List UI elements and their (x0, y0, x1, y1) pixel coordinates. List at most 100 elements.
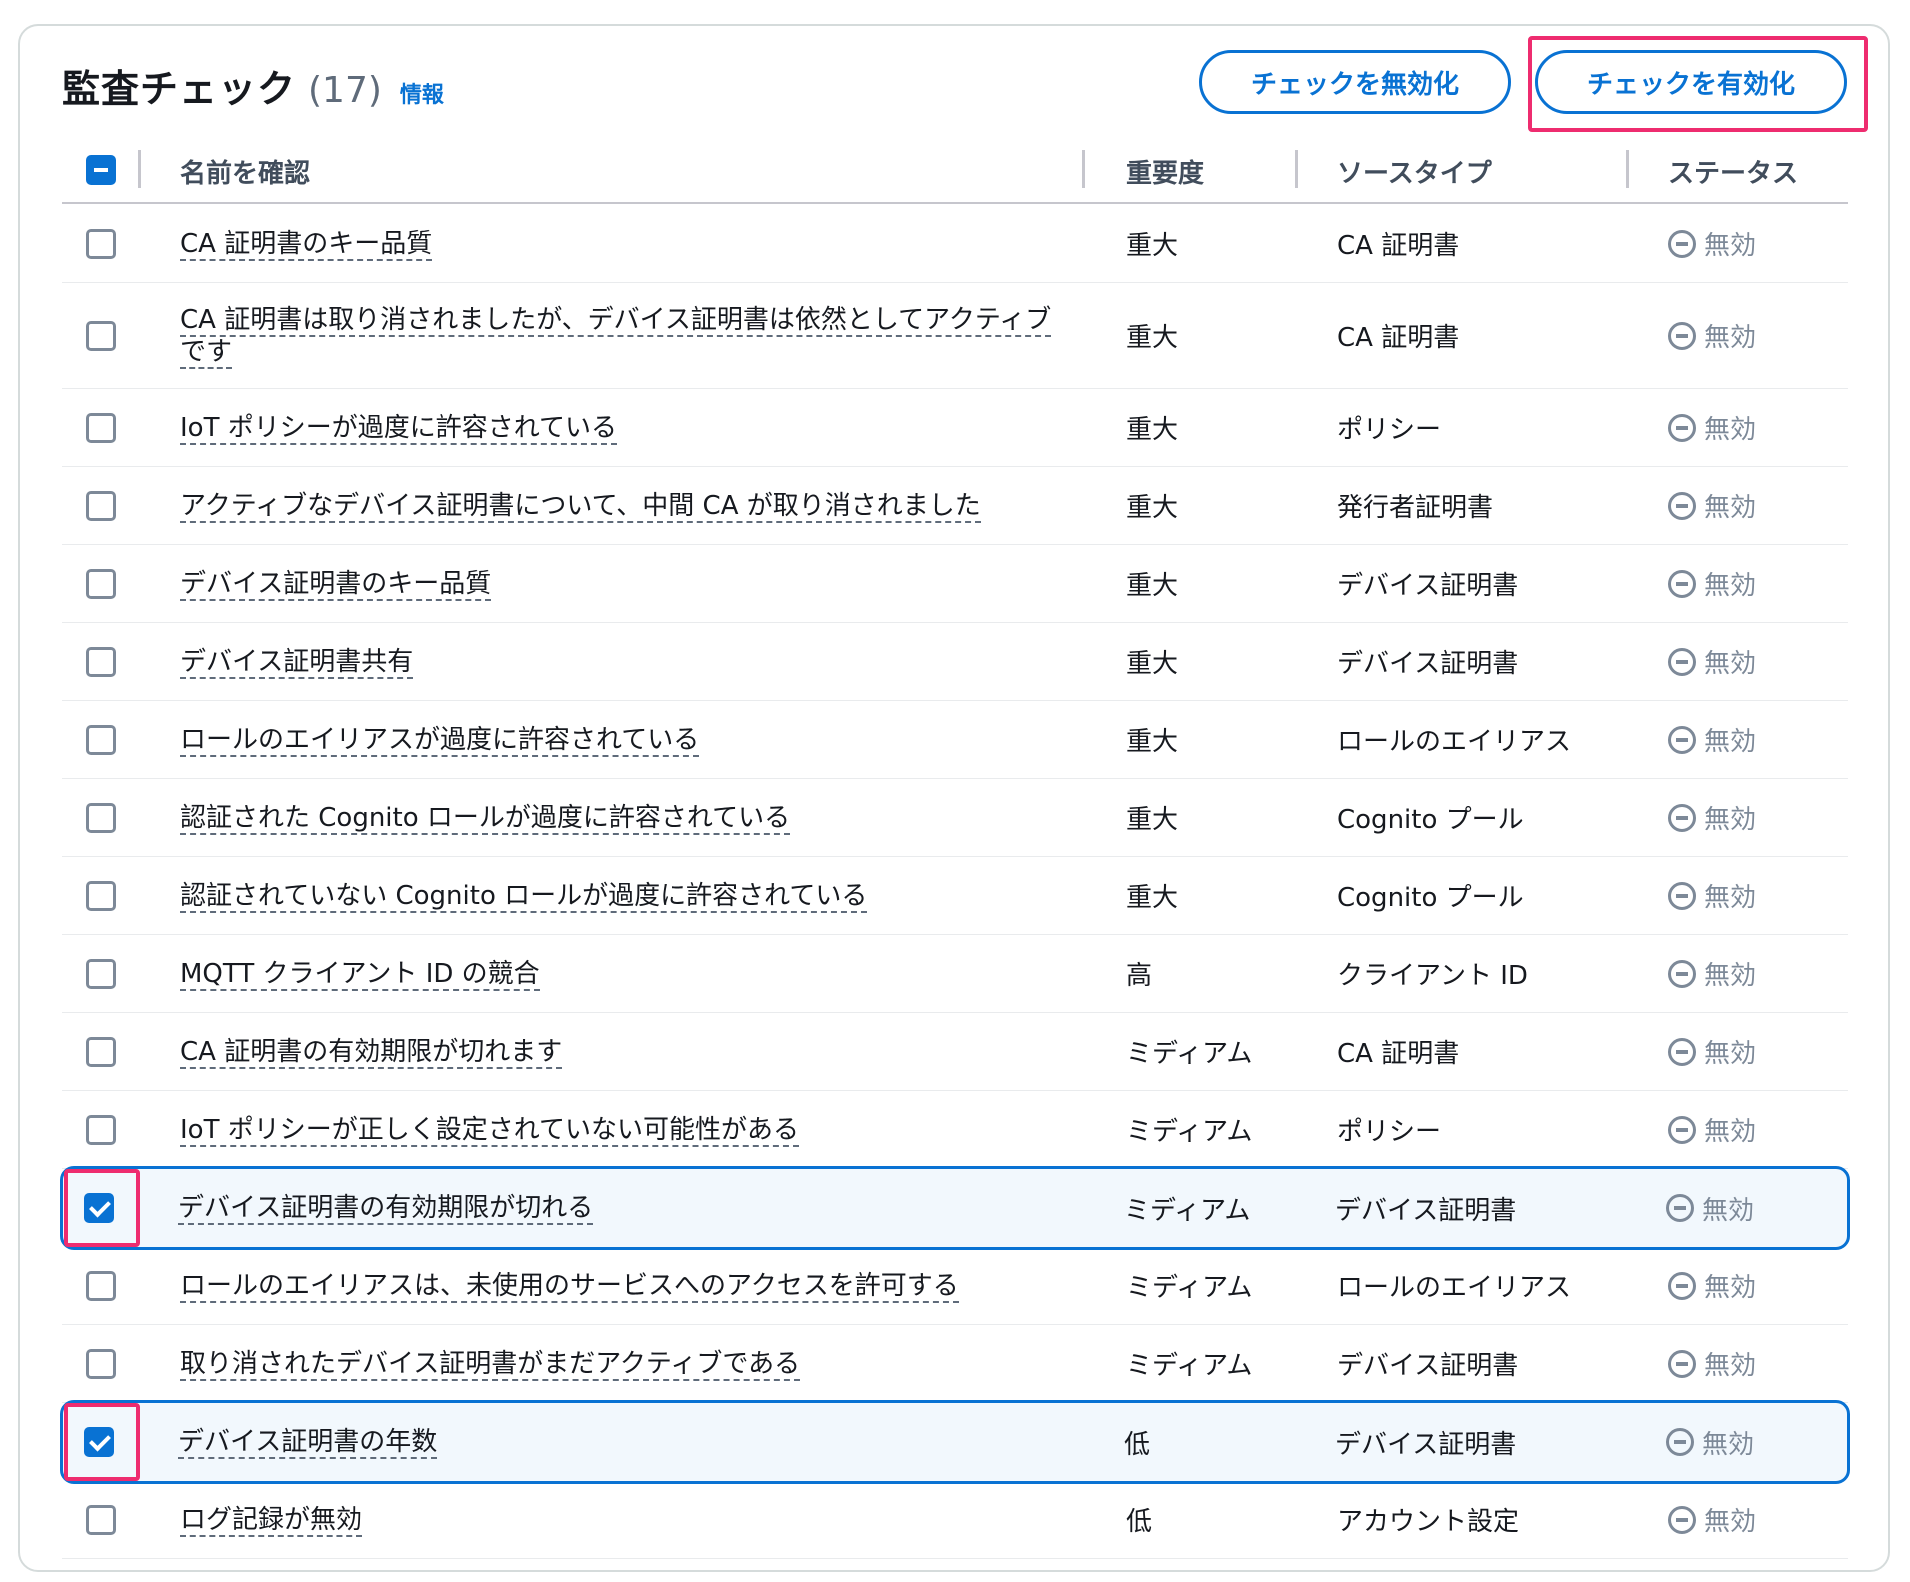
table-row[interactable]: IoT ポリシーが正しく設定されていない可能性がある ミディアム ポリシー 無効 (62, 1091, 1848, 1169)
check-name-link[interactable]: CA 証明書の有効期限が切れます (180, 1036, 563, 1069)
table-row[interactable]: 認証されていない Cognito ロールが過度に許容されている 重大 Cognito… (62, 857, 1848, 935)
select-all-checkbox[interactable] (86, 155, 116, 185)
check-name-link[interactable]: ロールのエイリアスは、未使用のサービスへのアクセスを許可する (180, 1270, 959, 1303)
disabled-status-icon (1668, 1271, 1696, 1300)
table-row[interactable]: デバイス証明書のキー品質 重大 デバイス証明書 無効 (62, 545, 1848, 623)
source-type-cell: ポリシー (1337, 1117, 1442, 1147)
table-row[interactable]: ロールのエイリアスは、未使用のサービスへのアクセスを許可する ミディアム ロールのエ… (62, 1247, 1848, 1325)
row-checkbox[interactable] (86, 321, 116, 351)
table-row[interactable]: CA 証明書は取り消されましたが、デバイス証明書は依然としてアクティブです 重大 C… (62, 283, 1848, 389)
row-checkbox[interactable] (86, 1115, 116, 1145)
check-name-link[interactable]: デバイス証明書の有効期限が切れる (178, 1193, 594, 1225)
disable-checks-button[interactable]: チェックを無効化 (1199, 50, 1511, 114)
status-label: 無効 (1704, 493, 1757, 523)
status-label: 無効 (1702, 1429, 1755, 1460)
row-checkbox[interactable] (86, 959, 116, 989)
disabled-status-icon (1668, 881, 1696, 910)
table-row[interactable]: デバイス証明書の有効期限が切れる ミディアム デバイス証明書 無効 (60, 1166, 1850, 1250)
row-checkbox[interactable] (86, 229, 116, 259)
disabled-status-icon (1668, 647, 1696, 676)
row-checkbox[interactable] (86, 1505, 116, 1535)
row-checkbox[interactable] (86, 647, 116, 677)
table-row[interactable]: MQTT クライアント ID の競合 高 クライアント ID 無効 (62, 935, 1848, 1013)
status-cell: 無効 (1668, 283, 1756, 388)
disabled-status-icon (1668, 229, 1696, 258)
check-name-link[interactable]: IoT ポリシーが正しく設定されていない可能性がある (180, 1114, 799, 1147)
source-type-cell: デバイス証明書 (1337, 571, 1519, 601)
disabled-status-icon (1668, 1349, 1696, 1378)
table-row[interactable]: ロールのエイリアスが過度に許容されている 重大 ロールのエイリアス 無効 (62, 701, 1848, 779)
status-label: 無効 (1704, 1117, 1757, 1147)
source-type-cell: ロールのエイリアス (1337, 1273, 1572, 1303)
row-checkbox[interactable] (86, 803, 116, 833)
enable-button-highlight (1528, 36, 1868, 132)
check-name-link[interactable]: アクティブなデバイス証明書について、中間 CA が取り消されました (180, 490, 981, 523)
source-type-cell: CA 証明書 (1337, 323, 1460, 353)
source-type-cell: デバイス証明書 (1335, 1195, 1517, 1226)
source-type-cell: 発行者証明書 (1337, 493, 1494, 523)
table-row[interactable]: 取り消されたデバイス証明書がまだアクティブである ミディアム デバイス証明書 無効 (62, 1325, 1848, 1403)
column-divider[interactable] (1082, 150, 1085, 188)
status-cell: 無効 (1668, 1013, 1756, 1090)
status-label: 無効 (1704, 805, 1757, 835)
status-cell: 無効 (1668, 935, 1756, 1012)
status-label: 無効 (1704, 883, 1757, 913)
severity-cell: ミディアム (1126, 1117, 1253, 1147)
disabled-status-icon (1666, 1194, 1694, 1222)
column-divider (138, 150, 141, 188)
table-row[interactable]: デバイス証明書共有 重大 デバイス証明書 無効 (62, 623, 1848, 701)
table-row[interactable]: 認証された Cognito ロールが過度に許容されている 重大 Cognito プー… (62, 779, 1848, 857)
row-checkbox[interactable] (86, 881, 116, 911)
check-name-cell: デバイス証明書の有効期限が切れる (178, 1169, 1058, 1247)
info-link[interactable]: 情報 (400, 77, 444, 109)
check-name-link[interactable]: 取り消されたデバイス証明書がまだアクティブである (180, 1348, 801, 1381)
source-type-cell: デバイス証明書 (1337, 1351, 1519, 1381)
table-row[interactable]: ログ記録が無効 低 アカウント設定 無効 (62, 1481, 1848, 1559)
column-header-name[interactable]: 名前を確認 (180, 140, 310, 202)
status-label: 無効 (1704, 1039, 1757, 1069)
table-header: 名前を確認 重要度 ソースタイプ ステータス (62, 140, 1848, 204)
check-name-link[interactable]: ロールのエイリアスが過度に許容されている (180, 724, 700, 757)
disabled-status-icon (1666, 1428, 1694, 1456)
check-name-link[interactable]: デバイス証明書の年数 (178, 1427, 438, 1459)
check-name-link[interactable]: IoT ポリシーが過度に許容されている (180, 412, 617, 445)
disabled-status-icon (1668, 491, 1696, 520)
table-row[interactable]: IoT ポリシーが過度に許容されている 重大 ポリシー 無効 (62, 389, 1848, 467)
check-name-link[interactable]: MQTT クライアント ID の競合 (180, 958, 540, 991)
table-row[interactable]: アクティブなデバイス証明書について、中間 CA が取り消されました 重大 発行者証明… (62, 467, 1848, 545)
column-divider[interactable] (1626, 150, 1629, 188)
column-header-severity[interactable]: 重要度 (1126, 140, 1204, 202)
source-type-cell: CA 証明書 (1337, 231, 1460, 261)
source-type-cell: デバイス証明書 (1335, 1429, 1517, 1460)
severity-cell: 重大 (1126, 649, 1179, 679)
check-name-link[interactable]: デバイス証明書のキー品質 (180, 568, 492, 601)
check-name-link[interactable]: 認証されていない Cognito ロールが過度に許容されている (180, 880, 868, 913)
row-checkbox[interactable] (86, 1037, 116, 1067)
table-row[interactable]: デバイス証明書の年数 低 デバイス証明書 無効 (60, 1400, 1850, 1484)
row-checkbox[interactable] (86, 1349, 116, 1379)
column-header-source-type[interactable]: ソースタイプ (1337, 140, 1492, 202)
status-cell: 無効 (1666, 1403, 1754, 1481)
severity-cell: 高 (1126, 961, 1153, 991)
row-checkbox[interactable] (86, 491, 116, 521)
row-checkbox[interactable] (86, 413, 116, 443)
check-name-link[interactable]: 認証された Cognito ロールが過度に許容されている (180, 802, 791, 835)
table-row[interactable]: CA 証明書の有効期限が切れます ミディアム CA 証明書 無効 (62, 1013, 1848, 1091)
severity-cell: 重大 (1126, 231, 1179, 261)
check-name-link[interactable]: ログ記録が無効 (180, 1504, 363, 1537)
source-type-cell: Cognito プール (1337, 883, 1524, 913)
column-divider[interactable] (1295, 150, 1298, 188)
check-name-link[interactable]: デバイス証明書共有 (180, 646, 414, 679)
row-checkbox[interactable] (86, 569, 116, 599)
table-row[interactable]: CA 証明書のキー品質 重大 CA 証明書 無効 (62, 205, 1848, 283)
check-name-link[interactable]: CA 証明書のキー品質 (180, 228, 433, 261)
severity-cell: 重大 (1126, 883, 1179, 913)
row-checkbox[interactable] (86, 1271, 116, 1301)
check-name-cell: デバイス証明書の年数 (178, 1403, 1058, 1481)
severity-cell: 重大 (1126, 493, 1179, 523)
row-checkbox[interactable] (86, 725, 116, 755)
check-name-link[interactable]: CA 証明書は取り消されましたが、デバイス証明書は依然としてアクティブです (180, 304, 1052, 369)
column-header-status[interactable]: ステータス (1668, 140, 1798, 202)
check-count: (17) (308, 70, 382, 111)
source-type-cell: ロールのエイリアス (1337, 727, 1572, 757)
